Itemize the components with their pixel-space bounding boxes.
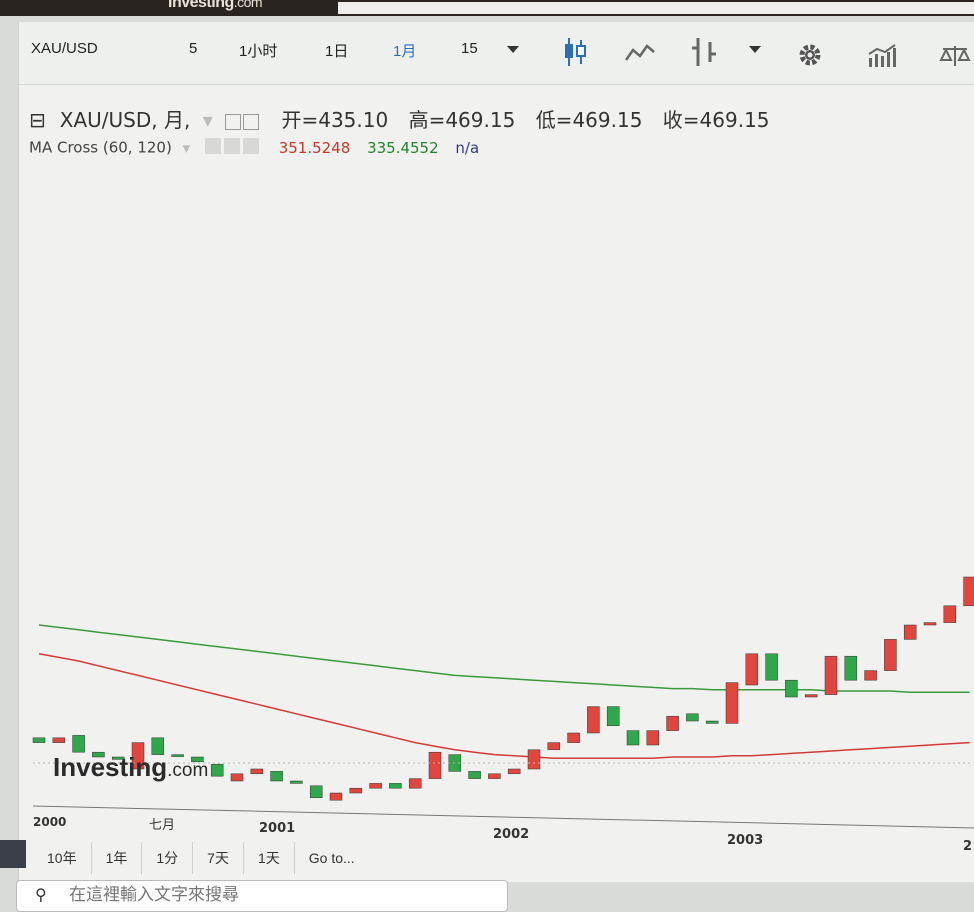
candle-37 (765, 653, 778, 681)
candle-43 (884, 639, 897, 671)
investing-logo[interactable]: Investing.com (168, 0, 263, 12)
candle-31 (646, 730, 660, 746)
candle-45 (923, 622, 937, 626)
candle-39 (804, 694, 818, 698)
candle-1 (52, 737, 66, 743)
candle-12 (270, 771, 283, 782)
investing-watermark: Investing.com (53, 752, 208, 782)
candle-38 (785, 679, 798, 698)
candle-23 (488, 773, 501, 779)
candle-18 (389, 783, 402, 789)
x-tick-2002: 2002 (493, 827, 529, 842)
range-7d[interactable]: 7天 (193, 842, 244, 874)
range-1min[interactable]: 1分 (142, 842, 194, 874)
candle-17 (369, 783, 382, 789)
candle-7 (171, 754, 184, 757)
range-1y[interactable]: 1年 (92, 842, 143, 874)
candle-2 (72, 735, 85, 753)
candle-28 (587, 706, 600, 734)
watermark-bold: Investing (53, 752, 167, 782)
candle-26 (547, 742, 561, 751)
candle-24 (507, 768, 521, 775)
candle-15 (329, 792, 343, 801)
candle-9 (210, 763, 224, 777)
logo-suffix-text: .com (233, 0, 263, 10)
logo-bold-text: Investing (168, 0, 234, 11)
x-tick-2000: 2000 (33, 815, 66, 829)
range-10y[interactable]: 10年 (33, 842, 92, 874)
candle-13 (290, 780, 303, 784)
top-strip (338, 2, 974, 14)
candle-25 (527, 749, 541, 770)
price-chart[interactable]: Investing.com 2000 七月 2001 2002 2003 2 (19, 22, 974, 862)
chart-frame: XAU/USD 5 1小时 1日 1月 15 ⊟ XAU/USD, 月, ▾ 开… (18, 22, 974, 882)
candle-11 (250, 768, 264, 775)
range-1d[interactable]: 1天 (244, 842, 295, 874)
candle-47 (963, 576, 974, 607)
range-selector: 10年 1年 1分 7天 1天 Go to... (33, 842, 369, 874)
candle-27 (567, 732, 580, 743)
side-tab (0, 840, 26, 868)
candle-33 (686, 713, 699, 722)
candle-30 (626, 730, 640, 746)
x-tick-july: 七月 (149, 818, 175, 833)
candle-0 (32, 737, 46, 743)
candle-19 (408, 778, 422, 789)
candle-32 (666, 715, 679, 731)
candle-16 (349, 787, 363, 794)
x-tick-2001: 2001 (259, 821, 295, 836)
go-to-button[interactable]: Go to... (295, 844, 369, 872)
candle-20 (428, 751, 442, 779)
candle-35 (725, 682, 739, 724)
candle-14 (309, 785, 323, 799)
search-input[interactable] (67, 884, 491, 906)
browser-top-bar: Investing.com (0, 0, 974, 16)
candle-36 (745, 653, 759, 686)
taskbar-search[interactable]: ⚲ (16, 880, 508, 912)
candle-34 (705, 720, 719, 724)
x-tick-2003: 2003 (727, 833, 763, 848)
candle-44 (903, 624, 917, 640)
search-icon: ⚲ (35, 885, 47, 904)
candle-40 (824, 655, 838, 695)
candle-42 (864, 670, 877, 681)
candle-41 (844, 655, 858, 681)
watermark-suffix: .com (167, 760, 208, 781)
x-tick-2004: 2 (963, 839, 972, 854)
candle-22 (468, 771, 481, 779)
candle-10 (230, 773, 244, 782)
candle-46 (943, 605, 957, 623)
candle-29 (606, 706, 620, 727)
